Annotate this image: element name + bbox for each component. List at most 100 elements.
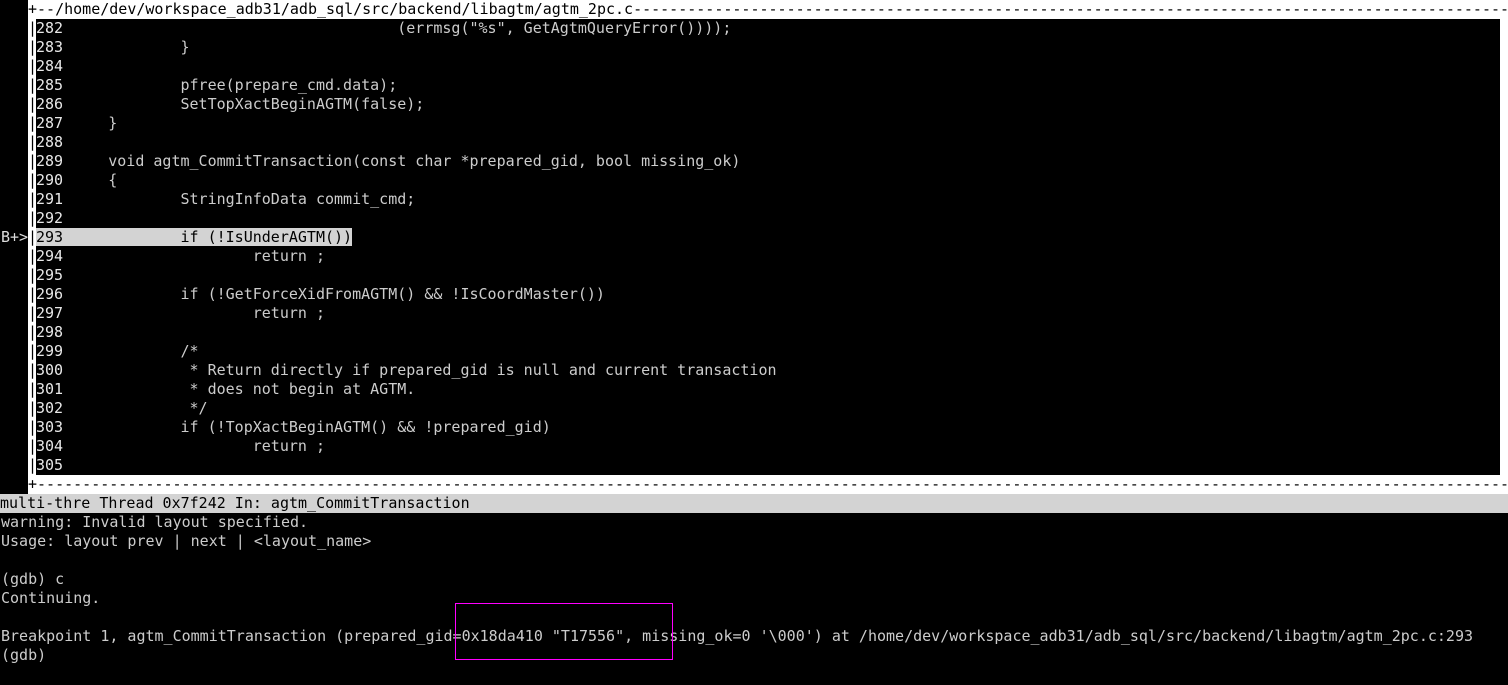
line-number: 284 — [36, 57, 64, 75]
line-number: 285 — [36, 76, 64, 94]
source-window-bottom-border: +---------------------------------------… — [28, 475, 1508, 494]
code-text: void agtm_CommitTransaction(const char *… — [63, 152, 741, 170]
line-number: 289 — [36, 152, 64, 170]
border-bar: | — [28, 304, 38, 323]
border-bar: | — [28, 247, 38, 266]
line-number: 286 — [36, 95, 64, 113]
border-bar: | — [28, 418, 38, 437]
border-bar: | — [28, 361, 38, 380]
code-text: /* — [63, 342, 199, 360]
border-bar: | — [28, 323, 38, 342]
source-line[interactable]: |296 if (!GetForceXidFromAGTM() && !IsCo… — [28, 285, 605, 304]
source-line[interactable]: |298 — [28, 323, 63, 342]
source-line[interactable]: |288 — [28, 133, 63, 152]
line-number: 300 — [36, 361, 64, 379]
code-text: return ; — [63, 247, 325, 265]
border-bar: | — [28, 437, 38, 456]
source-line[interactable]: |299 /* — [28, 342, 199, 361]
source-line[interactable]: |282 (errmsg("%s", GetAgtmQueryError()))… — [28, 19, 731, 38]
code-text: StringInfoData commit_cmd; — [63, 190, 416, 208]
selection-box — [455, 603, 673, 660]
console-line: Usage: layout prev | next | <layout_name… — [1, 532, 372, 550]
source-line[interactable]: |301 * does not begin at AGTM. — [28, 380, 415, 399]
line-number: 288 — [36, 133, 64, 151]
source-line[interactable]: |297 return ; — [28, 304, 325, 323]
code-text: */ — [63, 399, 208, 417]
code-text: * Return directly if prepared_gid is nul… — [63, 361, 777, 379]
code-text: if (!TopXactBeginAGTM() && !prepared_gid… — [63, 418, 551, 436]
border-bar: | — [28, 76, 38, 95]
source-line[interactable]: |302 */ — [28, 399, 208, 418]
line-number: 293 — [36, 228, 64, 246]
line-number: 303 — [36, 418, 64, 436]
border-bar: | — [28, 209, 38, 228]
line-number: 287 — [36, 114, 64, 132]
border-bar: | — [28, 228, 38, 247]
source-line[interactable]: |295 — [28, 266, 63, 285]
line-number: 282 — [36, 19, 64, 37]
source-window-title-border: +--/home/dev/workspace_adb31/adb_sql/src… — [28, 0, 1508, 19]
border-bar: | — [28, 456, 38, 475]
border-bar: | — [28, 266, 38, 285]
source-line[interactable]: |294 return ; — [28, 247, 325, 266]
line-number: 292 — [36, 209, 64, 227]
line-number: 283 — [36, 38, 64, 56]
console-line: warning: Invalid layout specified. — [1, 513, 309, 531]
status-bar: multi-thre Thread 0x7f242 In: agtm_Commi… — [0, 494, 1508, 513]
code-text: pfree(prepare_cmd.data); — [63, 76, 398, 94]
source-line[interactable]: |304 return ; — [28, 437, 325, 456]
source-line[interactable]: |293 if (!IsUnderAGTM()) — [28, 228, 353, 247]
border-bar: | — [28, 380, 38, 399]
source-window-right-border — [1500, 19, 1508, 475]
source-line[interactable]: |284 — [28, 57, 63, 76]
code-text: } — [63, 38, 190, 56]
border-bar: | — [28, 133, 38, 152]
code-text: return ; — [63, 437, 325, 455]
breakpoint-marker[interactable]: B+> — [1, 228, 28, 247]
line-number: 301 — [36, 380, 64, 398]
source-line[interactable]: |292 — [28, 209, 63, 228]
line-number: 296 — [36, 285, 64, 303]
border-bar: | — [28, 152, 38, 171]
console-line: Breakpoint 1, agtm_CommitTransaction (pr… — [1, 627, 1474, 645]
code-text: { — [63, 171, 118, 189]
line-number: 305 — [36, 456, 64, 474]
border-bar: | — [28, 342, 38, 361]
line-number: 290 — [36, 171, 64, 189]
line-number: 291 — [36, 190, 64, 208]
source-line[interactable]: |291 StringInfoData commit_cmd; — [28, 190, 415, 209]
source-line[interactable]: |305 — [28, 456, 63, 475]
border-dashes: ----------------------------------------… — [633, 0, 1508, 18]
code-text: SetTopXactBeginAGTM(false); — [63, 95, 425, 113]
source-line[interactable]: |290 { — [28, 171, 117, 190]
line-number: 297 — [36, 304, 64, 322]
line-number: 298 — [36, 323, 64, 341]
source-line[interactable]: |283 } — [28, 38, 190, 57]
source-line[interactable]: |289 void agtm_CommitTransaction(const c… — [28, 152, 740, 171]
border-bar: | — [28, 285, 38, 304]
code-text: return ; — [63, 304, 325, 322]
source-line[interactable]: |285 pfree(prepare_cmd.data); — [28, 76, 397, 95]
border-bar: | — [28, 38, 38, 57]
code-text: } — [63, 114, 118, 132]
border-dashes: +---------------------------------------… — [28, 475, 1508, 493]
code-text: * does not begin at AGTM. — [63, 380, 416, 398]
line-number: 304 — [36, 437, 64, 455]
border-bar: | — [28, 114, 38, 133]
source-line[interactable]: |303 if (!TopXactBeginAGTM() && !prepare… — [28, 418, 551, 437]
code-text: (errmsg("%s", GetAgtmQueryError()))); — [63, 19, 732, 37]
border-bar: | — [28, 399, 38, 418]
border-bar: | — [28, 57, 38, 76]
console-line: Continuing. — [1, 589, 101, 607]
source-file-path: +--/home/dev/workspace_adb31/adb_sql/src… — [28, 0, 634, 18]
line-number: 295 — [36, 266, 64, 284]
line-number: 299 — [36, 342, 64, 360]
console-line: (gdb) — [1, 646, 47, 664]
code-text: if (!GetForceXidFromAGTM() && !IsCoordMa… — [63, 285, 605, 303]
source-line[interactable]: |287 } — [28, 114, 117, 133]
border-bar: | — [28, 95, 38, 114]
line-number: 302 — [36, 399, 64, 417]
source-line[interactable]: |300 * Return directly if prepared_gid i… — [28, 361, 777, 380]
console-line: (gdb) c — [1, 570, 65, 588]
source-line[interactable]: |286 SetTopXactBeginAGTM(false); — [28, 95, 424, 114]
